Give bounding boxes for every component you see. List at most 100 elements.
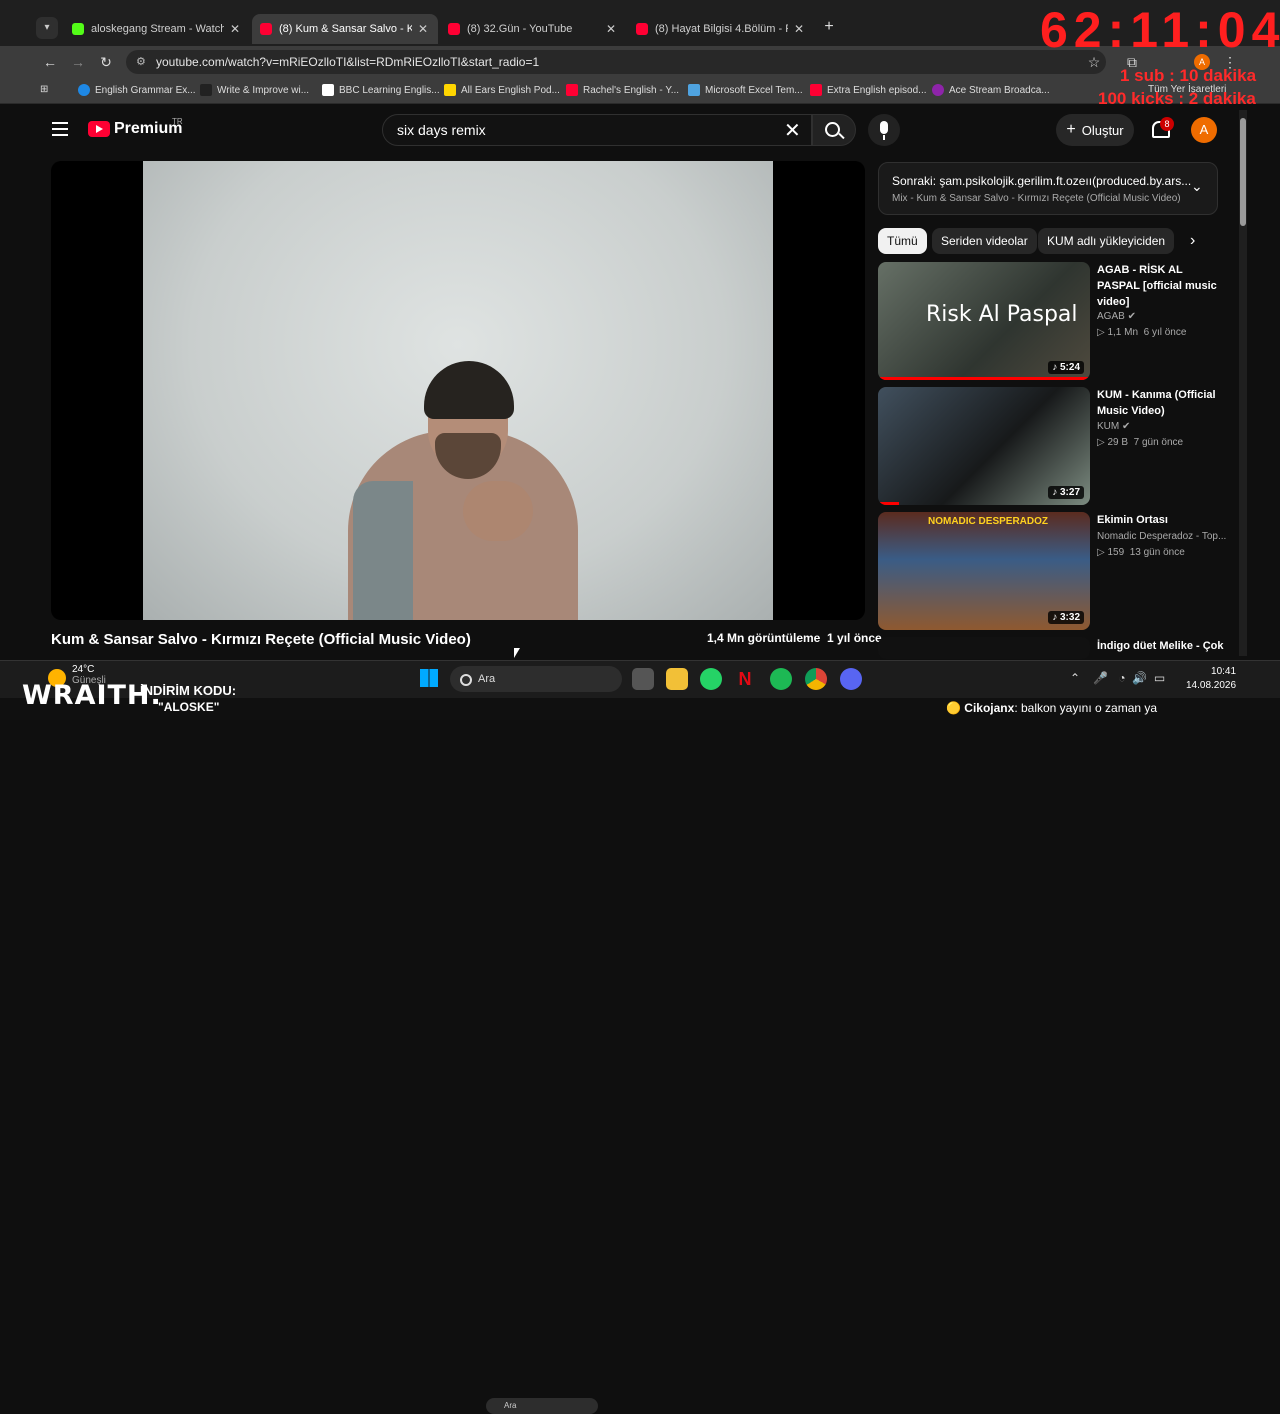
recommended-meta: ▷ 1,1 Mn 6 yıl önce: [1097, 327, 1187, 338]
search-button[interactable]: [812, 114, 856, 146]
url-bar[interactable]: ⚙ youtube.com/watch?v=mRiEOzlloTI&list=R…: [126, 50, 1106, 74]
spotify-icon[interactable]: [770, 668, 792, 690]
chip-all[interactable]: Tümü: [878, 228, 927, 254]
taskbar-clock[interactable]: 10:41 14.08.2026: [1186, 665, 1236, 693]
file-explorer-icon[interactable]: [666, 668, 688, 690]
bookmark-favicon: [566, 84, 578, 96]
bookmarks-bar: ⊞ English Grammar Ex... Write & Improve …: [0, 78, 1280, 104]
bookmark-favicon: [810, 84, 822, 96]
mouse-cursor-icon: [514, 648, 520, 658]
duration-badge: ♪ 5:24: [1048, 361, 1084, 374]
bookmark-item[interactable]: English Grammar Ex...: [78, 84, 196, 96]
up-next-label: Sonraki: şam.psikolojik.gerilim.ft.ozeıı…: [892, 174, 1192, 188]
system-tray[interactable]: ⌃ 🎤 ◔ 🔊 ▭: [1070, 671, 1165, 685]
windows-start-icon[interactable]: [420, 669, 438, 687]
task-view-icon[interactable]: [632, 668, 654, 690]
tab-kum-video[interactable]: (8) Kum & Sansar Salvo - Kırmızı Reçete …: [252, 14, 438, 44]
performer-shirt: [353, 481, 413, 620]
recommended-meta: ▷ 159 13 gün önce: [1097, 547, 1185, 558]
whatsapp-icon[interactable]: [700, 668, 722, 690]
plus-icon: +: [1066, 121, 1076, 138]
recommended-title[interactable]: KUM - Kanıma (Official Music Video): [1097, 387, 1217, 419]
subathon-timer: 62:11:04: [1040, 2, 1280, 58]
tab-32-gun[interactable]: (8) 32.Gün - YouTube ✕: [440, 14, 626, 44]
video-views: 1,4 Mn görüntüleme 1 yıl önce: [707, 631, 882, 645]
video-title: Kum & Sansar Salvo - Kırmızı Reçete (Off…: [51, 631, 471, 648]
bookmark-item[interactable]: Extra English episod...: [810, 84, 927, 96]
recommended-channel[interactable]: AGAB ✔: [1097, 311, 1136, 322]
recommended-channel[interactable]: KUM ✔: [1097, 421, 1130, 432]
bookmark-item[interactable]: All Ears English Pod...: [444, 84, 560, 96]
bookmark-favicon: [688, 84, 700, 96]
apps-icon[interactable]: ⊞: [40, 84, 48, 95]
recommended-meta: ▷ 29 B 7 gün önce: [1097, 437, 1184, 448]
recommended-title[interactable]: AGAB - RİSK AL PASPAL [official music vi…: [1097, 262, 1217, 310]
chat-message: 🟡 Cikojanx: balkon yayını o zaman ya: [946, 701, 1158, 715]
video-player[interactable]: [51, 161, 865, 620]
chat-icon: 🟡: [946, 701, 961, 715]
discord-icon[interactable]: [840, 668, 862, 690]
tab-hayat-bilgisi[interactable]: (8) Hayat Bilgisi 4.Bölüm - FULL ✕: [628, 14, 814, 44]
recommended-title[interactable]: İndigo düet Melike - Çok: [1097, 638, 1237, 656]
video-thumbnail[interactable]: [878, 637, 1090, 659]
bookmark-favicon: [78, 84, 90, 96]
bookmark-item[interactable]: BBC Learning Englis...: [322, 84, 440, 96]
youtube-header: Premium TR six days remix ✕ + Oluştur 8 A: [0, 104, 1240, 156]
watch-progress-bar: [878, 502, 900, 505]
outer-search[interactable]: Ara: [486, 1398, 598, 1414]
back-icon[interactable]: ←: [40, 52, 60, 72]
chevron-down-icon[interactable]: ⌄: [1191, 178, 1203, 195]
video-thumbnail[interactable]: ♪ 3:27: [878, 387, 1090, 505]
youtube-icon: [448, 23, 460, 35]
page-scrollbar[interactable]: [1239, 110, 1247, 656]
chip-series[interactable]: Seriden videolar: [932, 228, 1037, 254]
watch-progress-bar: [878, 377, 1090, 380]
close-tab-icon[interactable]: ✕: [416, 22, 430, 36]
bookmark-favicon: [322, 84, 334, 96]
recommended-channel[interactable]: Nomadic Desperadoz - Top...: [1097, 531, 1226, 542]
site-info-icon[interactable]: ⚙: [136, 55, 150, 69]
clear-search-icon[interactable]: ✕: [784, 118, 801, 143]
close-tab-icon[interactable]: ✕: [604, 22, 618, 36]
taskbar-search[interactable]: Ara: [450, 666, 622, 692]
youtube-icon: [636, 23, 648, 35]
video-frame: [143, 161, 773, 620]
chrome-icon[interactable]: [805, 668, 827, 690]
create-button[interactable]: + Oluştur: [1056, 114, 1134, 146]
netflix-icon[interactable]: N: [734, 668, 756, 690]
video-thumbnail[interactable]: Risk Al Paspal ♪ 5:24: [878, 262, 1090, 380]
search-input[interactable]: six days remix: [382, 114, 812, 146]
bookmark-item[interactable]: Write & Improve wi...: [200, 84, 309, 96]
region-code: TR: [172, 117, 183, 126]
kick-icon: [72, 23, 84, 35]
tab-kick-stream[interactable]: aloskegang Stream - Watch Live ✕: [64, 14, 250, 44]
video-thumbnail[interactable]: NOMADIC DESPERADOZ ♪ 3:32: [878, 512, 1090, 630]
close-tab-icon[interactable]: ✕: [792, 22, 806, 36]
youtube-icon: [260, 23, 272, 35]
new-tab-button[interactable]: +: [820, 18, 838, 36]
recommended-title[interactable]: Ekimin Ortası: [1097, 512, 1217, 528]
chevron-right-icon[interactable]: ›: [1190, 232, 1195, 250]
tab-search-button[interactable]: ▾: [36, 17, 58, 39]
forward-icon[interactable]: →: [68, 52, 88, 72]
youtube-logo-icon[interactable]: [88, 121, 110, 137]
notification-count-badge: 8: [1160, 117, 1174, 131]
playlist-panel[interactable]: Sonraki: şam.psikolojik.gerilim.ft.ozeıı…: [878, 162, 1218, 215]
verified-icon: ✔: [1127, 311, 1136, 322]
hamburger-menu-icon[interactable]: [52, 122, 68, 136]
bookmark-item[interactable]: Rachel's English - Y...: [566, 84, 679, 96]
bookmark-item[interactable]: Microsoft Excel Tem...: [688, 84, 803, 96]
close-tab-icon[interactable]: ✕: [228, 22, 242, 36]
promo-code: "ALOSKE": [158, 700, 220, 714]
bookmark-item[interactable]: Ace Stream Broadca...: [932, 84, 1050, 96]
bookmark-favicon: [200, 84, 212, 96]
scrollbar-thumb[interactable]: [1240, 118, 1246, 226]
chip-uploader[interactable]: KUM adlı yükleyiciden: [1038, 228, 1175, 254]
bookmark-favicon: [444, 84, 456, 96]
voice-search-icon[interactable]: [868, 114, 900, 146]
account-avatar[interactable]: A: [1191, 117, 1217, 143]
reload-icon[interactable]: ↻: [96, 52, 116, 72]
duration-badge: ♪ 3:32: [1048, 611, 1084, 624]
bookmark-favicon: [932, 84, 944, 96]
performer-beanie: [424, 361, 514, 419]
